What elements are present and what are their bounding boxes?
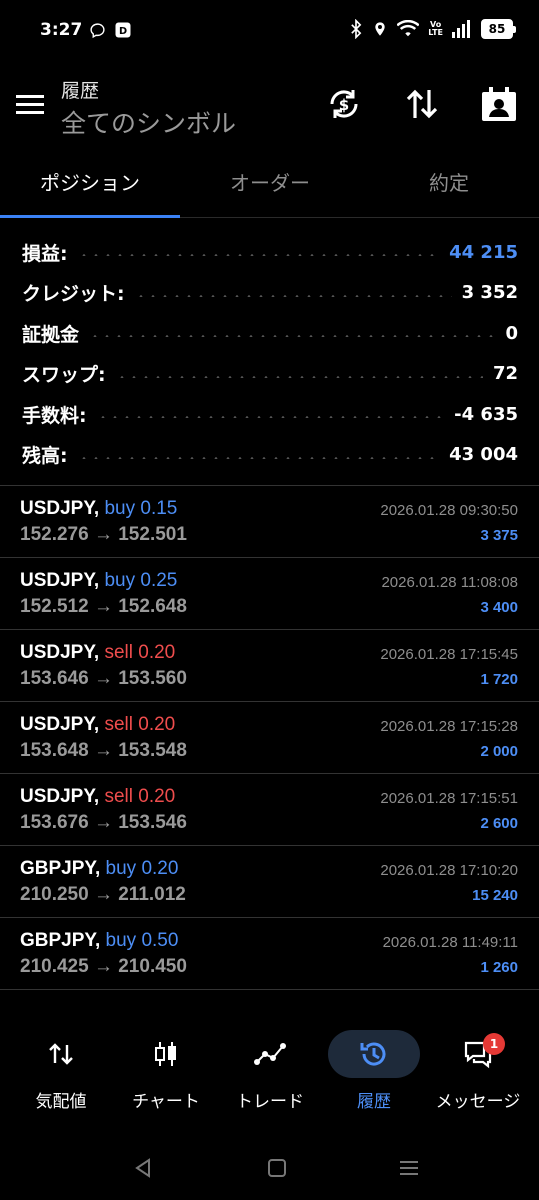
summary-row-commission: 手数料: -4 635 bbox=[22, 403, 518, 427]
trade-row[interactable]: USDJPY, buy 0.25 152.512 → 152.648 2026.… bbox=[0, 558, 539, 630]
trade-prices: 153.648 → 153.548 bbox=[20, 740, 187, 761]
trade-prices: 153.646 → 153.560 bbox=[20, 668, 187, 689]
trade-prices: 210.425 → 210.450 bbox=[20, 956, 187, 977]
trade-side: buy 0.15 bbox=[104, 498, 178, 519]
svg-text:$: $ bbox=[339, 96, 349, 114]
trade-symbol: USDJPY, bbox=[20, 714, 100, 735]
bottom-navigation: 気配値 チャート トレード 履歴 1 メッセージ bbox=[0, 1022, 539, 1132]
trade-datetime: 2026.01.28 11:49:11 bbox=[382, 934, 518, 951]
history-icon bbox=[360, 1042, 386, 1066]
trade-side: buy 0.25 bbox=[104, 570, 178, 591]
tab-positions[interactable]: ポジション bbox=[0, 150, 180, 216]
calendar-person-icon[interactable] bbox=[479, 84, 519, 124]
trade-datetime: 2026.01.28 17:10:20 bbox=[380, 862, 518, 879]
trade-datetime: 2026.01.28 09:30:50 bbox=[380, 502, 518, 519]
trade-profit: 1 720 bbox=[480, 671, 518, 688]
trade-symbol: USDJPY, bbox=[20, 498, 100, 519]
nav-messages[interactable]: 1 メッセージ bbox=[424, 1022, 532, 1122]
trade-prices: 152.276 → 152.501 bbox=[20, 524, 187, 545]
back-icon[interactable] bbox=[131, 1156, 155, 1180]
account-summary: 損益: 44 215 クレジット: 3 352 証拠金 0 スワップ: 72 手… bbox=[22, 232, 518, 475]
trade-row[interactable]: USDJPY, buy 0.15 152.276 → 152.501 2026.… bbox=[0, 486, 539, 558]
trade-symbol: GBPJPY, bbox=[20, 930, 101, 951]
trade-profit: 15 240 bbox=[472, 887, 518, 904]
quotes-icon bbox=[49, 1043, 73, 1065]
trade-profit: 3 375 bbox=[480, 527, 518, 544]
trade-profit: 3 400 bbox=[480, 599, 518, 616]
trade-icon bbox=[254, 1043, 286, 1065]
sort-icon[interactable] bbox=[402, 84, 442, 124]
trade-side: buy 0.50 bbox=[105, 930, 179, 951]
nav-chart[interactable]: チャート bbox=[112, 1022, 220, 1122]
notification-app-icon: D bbox=[115, 22, 131, 38]
trade-symbol: USDJPY, bbox=[20, 570, 100, 591]
trade-list: USDJPY, buy 0.15 152.276 → 152.501 2026.… bbox=[0, 486, 539, 990]
credit-value: 3 352 bbox=[461, 282, 518, 304]
margin-value: 0 bbox=[505, 322, 518, 344]
trade-prices: 210.250 → 211.012 bbox=[20, 884, 186, 905]
recents-icon[interactable] bbox=[397, 1156, 421, 1180]
tab-orders[interactable]: オーダー bbox=[180, 150, 360, 216]
trade-symbol: GBPJPY, bbox=[20, 858, 101, 879]
bluetooth-icon bbox=[351, 19, 362, 39]
trade-symbol: USDJPY, bbox=[20, 786, 100, 807]
trade-row[interactable]: GBPJPY, buy 0.50 210.425 → 210.450 2026.… bbox=[0, 918, 539, 990]
summary-row-credit: クレジット: 3 352 bbox=[22, 282, 518, 306]
summary-row-swap: スワップ: 72 bbox=[22, 363, 518, 387]
trade-profit: 2 600 bbox=[480, 815, 518, 832]
trade-side: sell 0.20 bbox=[104, 786, 176, 807]
trade-row[interactable]: USDJPY, sell 0.20 153.676 → 153.546 2026… bbox=[0, 774, 539, 846]
profit-value: 44 215 bbox=[449, 241, 518, 263]
tab-bar: ポジション オーダー 約定 bbox=[0, 150, 539, 218]
trade-profit: 1 260 bbox=[480, 959, 518, 976]
trade-datetime: 2026.01.28 17:15:28 bbox=[380, 718, 518, 735]
location-icon bbox=[375, 22, 385, 36]
trade-prices: 152.512 → 152.648 bbox=[20, 596, 187, 617]
wifi-icon bbox=[397, 20, 420, 37]
svg-text:D: D bbox=[119, 26, 127, 37]
balance-value: 43 004 bbox=[449, 444, 518, 466]
nav-trade[interactable]: トレード bbox=[216, 1022, 324, 1122]
page-title: 履歴 bbox=[61, 80, 100, 102]
chart-icon bbox=[155, 1042, 176, 1066]
trade-datetime: 2026.01.28 17:15:51 bbox=[380, 790, 518, 807]
trade-side: buy 0.20 bbox=[105, 858, 179, 879]
chat-bubble-icon bbox=[90, 22, 105, 38]
swap-value: 72 bbox=[492, 363, 518, 385]
tab-deals[interactable]: 約定 bbox=[359, 150, 539, 216]
nav-history[interactable]: 履歴 bbox=[320, 1022, 428, 1122]
trade-datetime: 2026.01.28 17:15:45 bbox=[380, 646, 518, 663]
trade-row[interactable]: USDJPY, sell 0.20 153.648 → 153.548 2026… bbox=[0, 702, 539, 774]
app-header: 履歴 全てのシンボル $ bbox=[0, 62, 539, 146]
trade-side: sell 0.20 bbox=[104, 642, 176, 663]
trade-datetime: 2026.01.28 11:08:08 bbox=[381, 574, 518, 591]
summary-row-profit: 損益: 44 215 bbox=[22, 241, 518, 265]
signal-icon bbox=[452, 20, 470, 38]
trade-row[interactable]: GBPJPY, buy 0.20 210.250 → 211.012 2026.… bbox=[0, 846, 539, 918]
summary-row-margin: 証拠金 0 bbox=[22, 322, 518, 346]
trade-profit: 2 000 bbox=[480, 743, 518, 760]
tab-active-indicator bbox=[0, 215, 180, 218]
message-badge: 1 bbox=[483, 1033, 505, 1055]
home-icon[interactable] bbox=[265, 1156, 289, 1180]
volte-label: Vo LTE bbox=[428, 20, 443, 37]
nav-quotes[interactable]: 気配値 bbox=[7, 1022, 115, 1122]
battery-icon: 85 bbox=[481, 19, 516, 39]
trade-row[interactable]: USDJPY, sell 0.20 153.646 → 153.560 2026… bbox=[0, 630, 539, 702]
status-time: 3:27 bbox=[40, 20, 83, 40]
menu-icon[interactable] bbox=[14, 88, 46, 120]
commission-value: -4 635 bbox=[454, 403, 518, 425]
trade-symbol: USDJPY, bbox=[20, 642, 100, 663]
summary-row-balance: 残高: 43 004 bbox=[22, 444, 518, 468]
trade-prices: 153.676 → 153.546 bbox=[20, 812, 187, 833]
trade-side: sell 0.20 bbox=[104, 714, 176, 735]
system-navigation-bar bbox=[0, 1140, 539, 1200]
symbol-filter[interactable]: 全てのシンボル bbox=[61, 104, 236, 140]
status-bar: 3:27 D Vo LTE 85 bbox=[0, 0, 539, 62]
sync-currency-icon[interactable]: $ bbox=[324, 84, 364, 124]
